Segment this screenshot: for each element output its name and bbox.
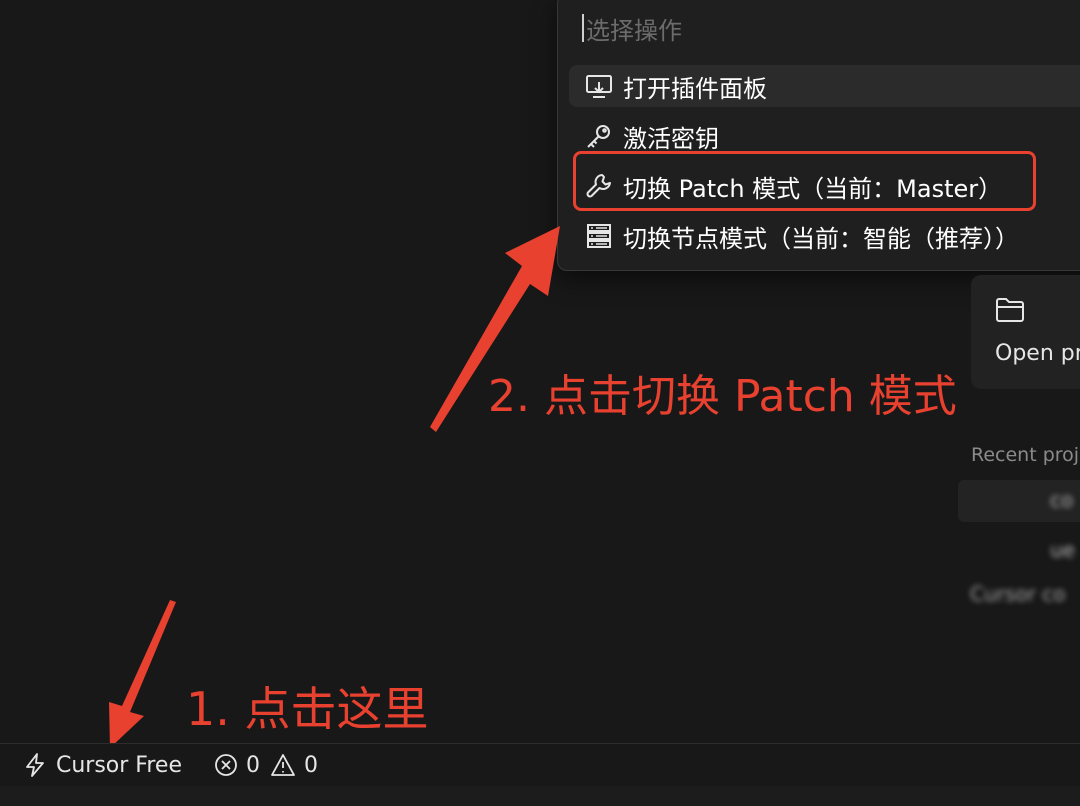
cursor-plan-status[interactable]: Cursor Free [24, 752, 182, 778]
plan-label: Cursor Free [56, 752, 182, 778]
annotation-step-2: 2. 点击切换 Patch 模式 [488, 371, 957, 422]
problems-status[interactable]: 0 0 [214, 753, 318, 778]
annotation-step-1: 1. 点击这里 [186, 682, 429, 736]
warning-count: 0 [304, 752, 318, 778]
status-bar: Cursor Free 0 0 [0, 743, 1080, 787]
error-icon [214, 753, 238, 777]
error-count: 0 [246, 752, 260, 778]
lightning-icon [24, 752, 46, 778]
arrow-to-statusbar [109, 600, 176, 748]
warning-icon [270, 753, 296, 777]
bottom-strip [0, 786, 1080, 806]
